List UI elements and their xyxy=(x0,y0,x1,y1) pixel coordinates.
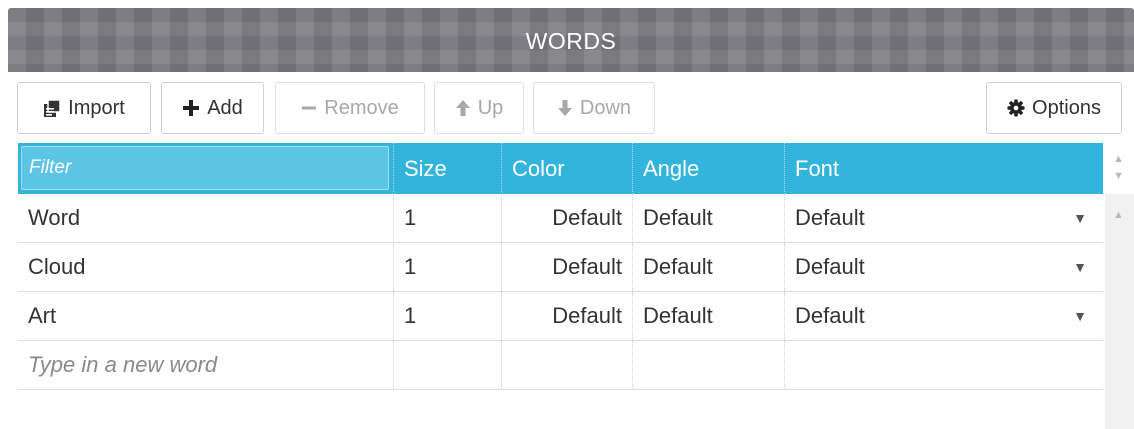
header-scroll-area: ▲ ▼ xyxy=(1105,143,1134,194)
words-panel: WORDS Import Add Remove Up Down Options … xyxy=(8,8,1134,429)
empty-cell xyxy=(633,341,785,389)
column-header-size[interactable]: Size xyxy=(394,143,502,194)
dropdown-caret-icon[interactable]: ▼ xyxy=(1073,292,1087,340)
panel-header: WORDS xyxy=(8,8,1134,72)
color-cell[interactable]: Default xyxy=(502,292,633,340)
font-cell[interactable]: Default ▼ xyxy=(785,243,1103,291)
scroll-up-icon[interactable]: ▲ xyxy=(1113,209,1124,221)
up-label: Up xyxy=(477,96,504,119)
table-row[interactable]: Art 1 Default Default Default ▼ xyxy=(18,292,1103,341)
dropdown-caret-icon[interactable]: ▼ xyxy=(1073,243,1087,291)
angle-cell[interactable]: Default xyxy=(633,194,785,242)
add-label: Add xyxy=(207,96,243,119)
size-cell[interactable]: 1 xyxy=(394,292,502,340)
word-cell[interactable]: Word xyxy=(18,194,394,242)
plus-icon xyxy=(183,100,200,116)
add-button[interactable]: Add xyxy=(161,82,264,134)
font-value: Default xyxy=(795,205,865,230)
font-cell[interactable]: Default ▼ xyxy=(785,292,1103,340)
arrow-down-icon xyxy=(557,100,572,116)
dropdown-caret-icon[interactable]: ▼ xyxy=(1073,194,1087,242)
table-row[interactable]: Word 1 Default Default Default ▼ xyxy=(18,194,1103,243)
import-label: Import xyxy=(68,96,125,119)
minus-icon xyxy=(302,106,317,110)
size-cell[interactable]: 1 xyxy=(394,194,502,242)
new-word-input[interactable]: Type in a new word xyxy=(18,341,394,389)
size-cell[interactable]: 1 xyxy=(394,243,502,291)
panel-title: WORDS xyxy=(525,28,617,54)
color-cell[interactable]: Default xyxy=(502,243,633,291)
scroll-up-small-icon[interactable]: ▲ xyxy=(1113,153,1124,165)
empty-cell xyxy=(394,341,502,389)
arrow-up-icon xyxy=(455,100,470,116)
word-cell[interactable]: Cloud xyxy=(18,243,394,291)
grid-header: Size Color Angle Font xyxy=(18,143,1103,194)
remove-label: Remove xyxy=(324,96,399,119)
scroll-down-small-icon[interactable]: ▼ xyxy=(1113,170,1124,182)
word-cell[interactable]: Art xyxy=(18,292,394,340)
column-header-font[interactable]: Font xyxy=(785,143,1103,194)
down-button[interactable]: Down xyxy=(533,82,655,134)
color-cell[interactable]: Default xyxy=(502,194,633,242)
down-label: Down xyxy=(579,96,632,119)
toolbar: Import Add Remove Up Down Options xyxy=(8,82,1134,136)
font-value: Default xyxy=(795,254,865,279)
import-button[interactable]: Import xyxy=(17,82,151,134)
font-cell[interactable]: Default ▼ xyxy=(785,194,1103,242)
options-label: Options xyxy=(1032,96,1101,119)
import-icon xyxy=(44,98,61,117)
new-word-row[interactable]: Type in a new word xyxy=(18,341,1103,390)
filter-header-cell xyxy=(18,143,394,194)
filter-input[interactable] xyxy=(21,146,389,190)
table-row[interactable]: Cloud 1 Default Default Default ▼ xyxy=(18,243,1103,292)
options-button[interactable]: Options xyxy=(986,82,1122,134)
up-button[interactable]: Up xyxy=(434,82,524,134)
angle-cell[interactable]: Default xyxy=(633,292,785,340)
gear-icon xyxy=(1007,99,1025,117)
empty-cell xyxy=(785,341,1103,389)
angle-cell[interactable]: Default xyxy=(633,243,785,291)
vertical-scrollbar[interactable]: ▲ ▼ ▲ xyxy=(1105,143,1134,429)
font-value: Default xyxy=(795,303,865,328)
column-header-angle[interactable]: Angle xyxy=(633,143,785,194)
empty-cell xyxy=(502,341,633,389)
remove-button[interactable]: Remove xyxy=(275,82,425,134)
column-header-color[interactable]: Color xyxy=(502,143,633,194)
